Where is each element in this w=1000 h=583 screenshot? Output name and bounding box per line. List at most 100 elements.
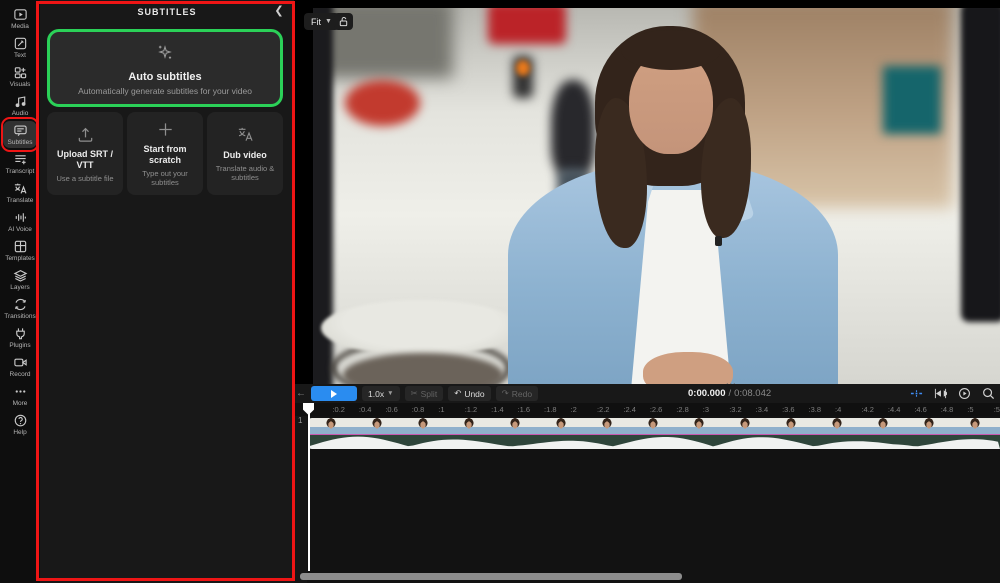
ruler-tick-label: :2.4 — [623, 405, 636, 414]
split-button[interactable]: ✂ Split — [405, 386, 444, 401]
sidebar-item-ai-voice[interactable]: AI Voice — [0, 207, 40, 236]
sidebar-item-more[interactable]: More — [0, 381, 40, 410]
sidebar-item-label: Transitions — [4, 313, 36, 320]
panel-title: SUBTITLES — [137, 7, 196, 17]
sidebar-item-label: More — [13, 400, 28, 407]
bg-pedestrian — [551, 80, 595, 176]
undo-icon: ↶ — [454, 388, 461, 399]
chevron-down-icon: ▼ — [387, 390, 393, 397]
sidebar-item-subtitles[interactable]: Subtitles — [0, 120, 40, 149]
sidebar-item-label: Help — [13, 429, 26, 436]
sidebar-item-audio[interactable]: Audio — [0, 91, 40, 120]
sidebar-item-label: Visuals — [10, 81, 31, 88]
unlock-button[interactable] — [334, 13, 353, 30]
card-title: Upload SRT / VTT — [51, 149, 119, 171]
bg-red-sign — [488, 8, 566, 44]
ruler-tick-label: :2.8 — [676, 405, 689, 414]
horizontal-scrollbar[interactable] — [300, 573, 682, 580]
timeline-ruler[interactable]: 0:0.2:0.4:0.6:0.8:1:1.2:1.4:1.6:1.8:2:2.… — [294, 403, 1000, 416]
redo-button[interactable]: ↷ Redo — [496, 386, 538, 401]
ruler-tick-label: :3.4 — [756, 405, 769, 414]
ruler-tick-label: :5.2 — [994, 405, 1000, 414]
ruler-tick-label: :1.2 — [465, 405, 478, 414]
transcript-icon — [13, 152, 28, 167]
jump-back-icon[interactable]: ← — [296, 388, 306, 399]
ruler-tick-label: :4.6 — [914, 405, 927, 414]
card-title: Dub video — [223, 150, 267, 161]
start-from-scratch-card[interactable]: Start from scratch Type out your subtitl… — [127, 112, 203, 195]
sidebar-item-label: Text — [14, 52, 26, 59]
zoom-icon[interactable] — [982, 387, 995, 400]
more-icon — [13, 384, 28, 399]
subtitles-panel: SUBTITLES ❮ Auto subtitles Automatically… — [40, 0, 294, 583]
sidebar-item-label: Translate — [7, 197, 34, 204]
translate-icon — [13, 181, 28, 196]
ruler-tick-label: :1.4 — [491, 405, 504, 414]
loop-playback-icon[interactable] — [958, 387, 971, 400]
bg-right-pole — [961, 8, 1000, 322]
ruler-tick-label: :2.2 — [597, 405, 610, 414]
unlock-icon — [338, 16, 349, 27]
sidebar-item-label: Transcript — [6, 168, 35, 175]
media-icon — [13, 7, 28, 22]
clip-volume-line[interactable] — [308, 434, 1000, 435]
card-subtitle: Type out your subtitles — [131, 169, 199, 188]
sidebar-item-media[interactable]: Media — [0, 4, 40, 33]
undo-button[interactable]: ↶ Undo — [448, 386, 490, 401]
sidebar-item-visuals[interactable]: Visuals — [0, 62, 40, 91]
sidebar-item-plugins[interactable]: Plugins — [0, 323, 40, 352]
ruler-tick-label: :4 — [835, 405, 841, 414]
fit-timeline-icon[interactable] — [934, 387, 947, 400]
bg-red-awning — [345, 80, 420, 126]
ruler-tick-label: :3.2 — [729, 405, 742, 414]
sidebar-item-transitions[interactable]: Transitions — [0, 294, 40, 323]
upload-icon — [76, 124, 95, 144]
visuals-icon — [13, 65, 28, 80]
woman-hands — [643, 352, 733, 384]
auto-subtitles-subtitle: Automatically generate subtitles for you… — [78, 86, 252, 96]
snapping-toggle-icon[interactable] — [910, 387, 923, 400]
redo-icon: ↷ — [502, 388, 509, 399]
clip-waveform — [308, 435, 1000, 449]
subtitle-options-row: Upload SRT / VTT Use a subtitle file Sta… — [47, 112, 283, 195]
sidebar-item-templates[interactable]: Templates — [0, 236, 40, 265]
sidebar-item-translate[interactable]: Translate — [0, 178, 40, 207]
sidebar-item-text[interactable]: Text — [0, 33, 40, 62]
translate-icon — [236, 125, 255, 145]
redo-label: Redo — [512, 389, 532, 399]
timeline[interactable]: 0:0.2:0.4:0.6:0.8:1:1.2:1.4:1.6:1.8:2:2.… — [294, 403, 1000, 583]
collapse-panel-icon[interactable]: ❮ — [272, 4, 286, 18]
video-clip[interactable] — [308, 418, 1000, 449]
help-icon — [13, 413, 28, 428]
upload-srt-vtt-card[interactable]: Upload SRT / VTT Use a subtitle file — [47, 112, 123, 195]
sidebar: Media Text Visuals Audio Subtitles — [0, 0, 40, 583]
sidebar-item-label: Layers — [10, 284, 30, 291]
sidebar-item-transcript[interactable]: Transcript — [0, 149, 40, 178]
sidebar-item-layers[interactable]: Layers — [0, 265, 40, 294]
woman-hair-fringe — [621, 30, 721, 70]
track-gutter — [294, 416, 307, 583]
total-duration: 0:08.042 — [734, 388, 771, 399]
play-icon — [331, 390, 337, 398]
ruler-tick-label: :4.8 — [941, 405, 954, 414]
transport-bar: ... ← 1.0x ▼ ✂ Split ↶ Undo ↷ Redo 0:00.… — [294, 384, 1000, 403]
current-time: 0:00.000 — [688, 388, 726, 399]
card-subtitle: Translate audio & subtitles — [211, 164, 279, 183]
ruler-tick-label: :3.6 — [782, 405, 795, 414]
cafe-table — [321, 300, 521, 356]
time-display: 0:00.000 / 0:08.042 — [688, 384, 771, 403]
sidebar-item-record[interactable]: Record — [0, 352, 40, 381]
ruler-tick-label: :4.4 — [888, 405, 901, 414]
sidebar-item-help[interactable]: Help — [0, 410, 40, 439]
layers-icon — [13, 268, 28, 283]
audio-icon — [13, 94, 28, 109]
ruler-tick-label: :1.8 — [544, 405, 557, 414]
fit-label: Fit — [311, 17, 321, 27]
dub-video-card[interactable]: Dub video Translate audio & subtitles — [207, 112, 283, 195]
ruler-tick-label: :0.2 — [332, 405, 345, 414]
play-button[interactable] — [311, 386, 357, 401]
ruler-tick-label: :0.4 — [359, 405, 372, 414]
playback-speed-dropdown[interactable]: 1.0x ▼ — [362, 386, 400, 401]
auto-subtitles-card[interactable]: Auto subtitles Automatically generate su… — [47, 29, 283, 107]
chevron-down-icon: ▼ — [325, 18, 332, 25]
